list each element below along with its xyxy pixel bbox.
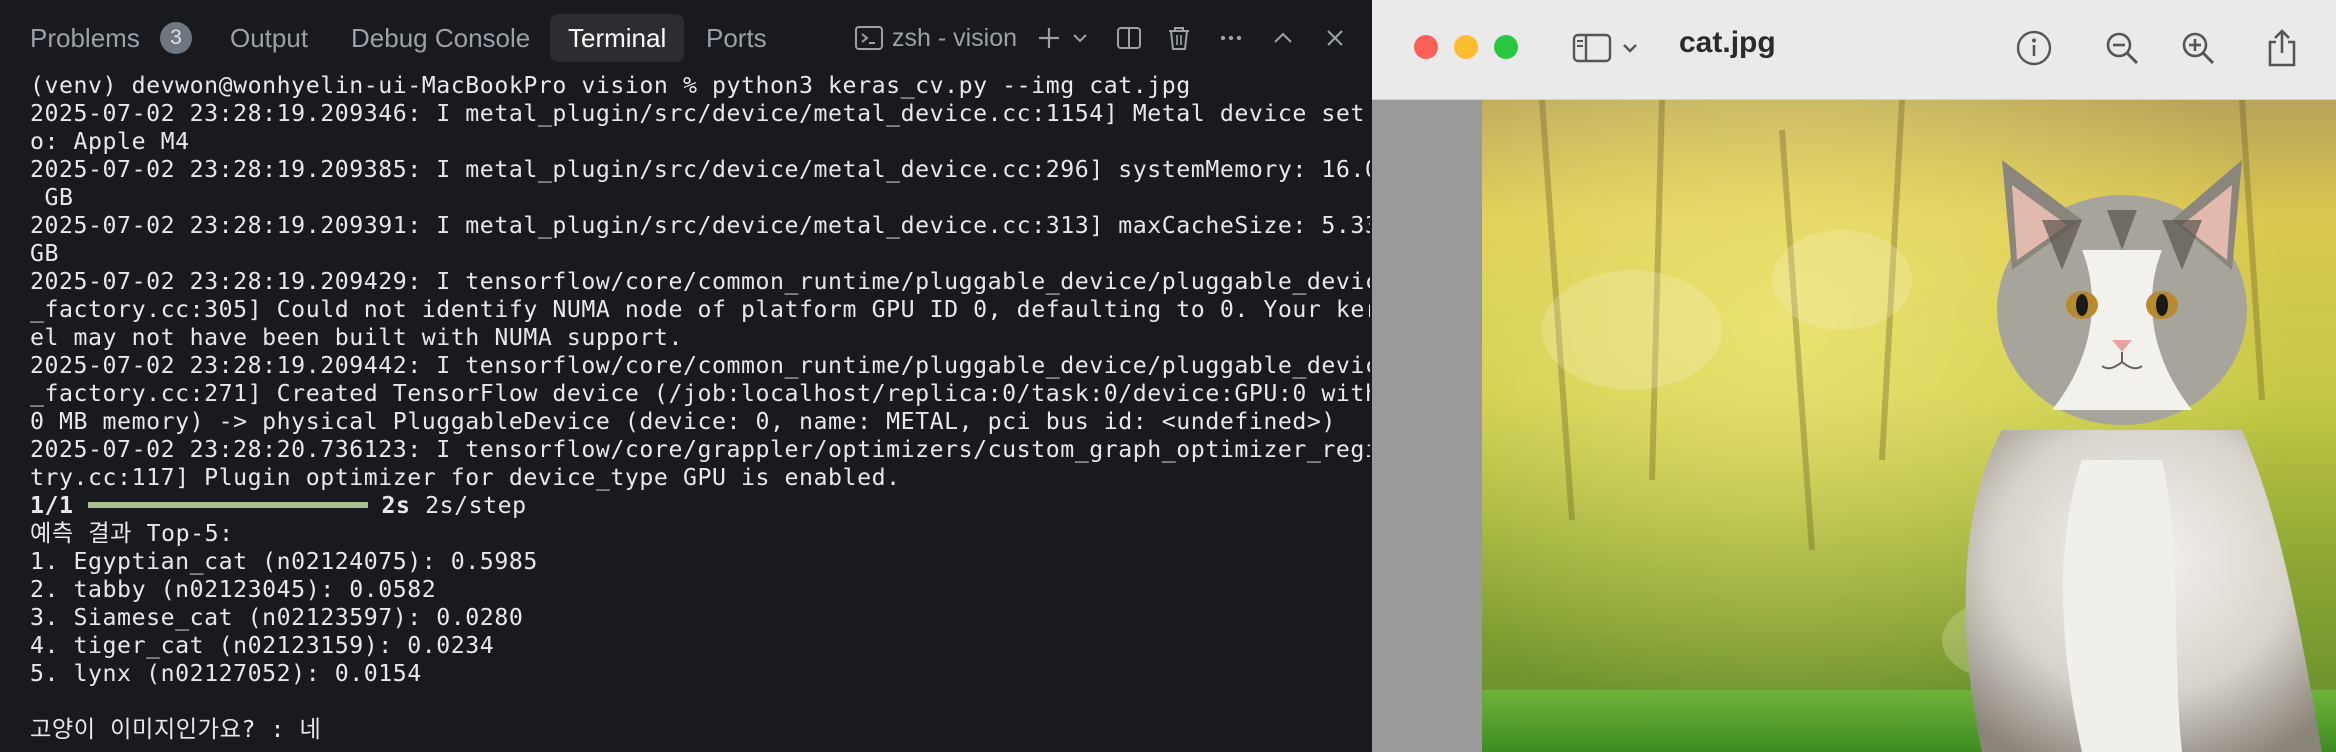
terminal-line: 2025-07-02 23:28:19.209385: I metal_plug… <box>30 156 1370 183</box>
result-line: 5. lynx (n02127052): 0.0154 <box>30 660 422 687</box>
terminal-shell-label[interactable]: zsh - vision <box>892 14 1017 62</box>
preview-titlebar: cat.jpg <box>1372 0 2336 100</box>
tab-ports[interactable]: Ports <box>706 14 767 62</box>
zoom-out-icon[interactable] <box>2102 28 2142 68</box>
terminal-line: 2025-07-02 23:28:19.209391: I metal_plug… <box>30 212 1370 239</box>
chevron-down-icon[interactable] <box>1618 28 1642 68</box>
terminal-line: GB <box>30 240 60 267</box>
preview-sidebar <box>1372 100 1482 752</box>
more-icon[interactable] <box>1214 20 1248 56</box>
info-icon[interactable] <box>2014 28 2054 68</box>
progress-time: 2s <box>381 492 411 519</box>
terminal-line: el may not have been built with NUMA sup… <box>30 324 683 351</box>
results-header: 예측 결과 Top-5: <box>30 520 234 547</box>
terminal-line: try.cc:117] Plugin optimizer for device_… <box>30 464 901 491</box>
vscode-panel: Problems 3 Output Debug Console Terminal… <box>0 0 1372 752</box>
minimize-window-button[interactable] <box>1454 35 1478 59</box>
zoom-in-icon[interactable] <box>2178 28 2218 68</box>
progress-rate: 2s/step <box>425 492 527 519</box>
result-line: 4. tiger_cat (n02123159): 0.0234 <box>30 632 495 659</box>
tab-problems[interactable]: Problems <box>30 14 140 62</box>
tab-debug-console[interactable]: Debug Console <box>351 14 530 62</box>
panel-tab-bar: Problems 3 Output Debug Console Terminal… <box>0 0 1372 76</box>
close-window-button[interactable] <box>1414 35 1438 59</box>
terminal-line: 2025-07-02 23:28:19.209442: I tensorflow… <box>30 352 1370 379</box>
problems-count-badge: 3 <box>160 22 192 54</box>
preview-window: cat.jpg <box>1372 0 2336 752</box>
terminal-line: _factory.cc:271] Created TensorFlow devi… <box>30 380 1370 407</box>
terminal-line: _factory.cc:305] Could not identify NUMA… <box>30 296 1370 323</box>
terminal-line: (venv) devwon@wonhyelin-ui-MacBookPro vi… <box>30 72 1191 99</box>
terminal-line: 2025-07-02 23:28:20.736123: I tensorflow… <box>30 436 1370 463</box>
terminal-icon[interactable] <box>852 20 886 56</box>
preview-title: cat.jpg <box>1679 26 1776 59</box>
terminal-line: 0 MB memory) -> physical PluggableDevice… <box>30 408 1336 435</box>
share-icon[interactable] <box>2262 28 2302 68</box>
tab-output[interactable]: Output <box>230 14 308 62</box>
result-line: 3. Siamese_cat (n02123597): 0.0280 <box>30 604 524 631</box>
split-icon[interactable] <box>1112 20 1146 56</box>
terminal-output[interactable]: (venv) devwon@wonhyelin-ui-MacBookPro vi… <box>30 72 1370 744</box>
terminal-line: GB <box>30 184 74 211</box>
zoom-window-button[interactable] <box>1494 35 1518 59</box>
trash-icon[interactable] <box>1162 20 1196 56</box>
chevron-up-icon[interactable] <box>1268 20 1298 56</box>
question-line: 고양이 이미지인가요? : 네 <box>30 716 322 743</box>
result-line: 2. tabby (n02123045): 0.0582 <box>30 576 437 603</box>
terminal-line: o: Apple M4 <box>30 128 190 155</box>
chevron-down-icon[interactable] <box>1068 20 1092 56</box>
result-line: 1. Egyptian_cat (n02124075): 0.5985 <box>30 548 538 575</box>
plus-icon[interactable] <box>1034 20 1064 56</box>
close-icon[interactable] <box>1320 20 1350 56</box>
progress-line: 1/1 2s 2s/step <box>30 492 1370 520</box>
progress-step: 1/1 <box>30 492 74 519</box>
terminal-line: 2025-07-02 23:28:19.209346: I metal_plug… <box>30 100 1370 127</box>
tab-terminal[interactable]: Terminal <box>550 14 685 62</box>
progress-bar <box>87 501 368 508</box>
sidebar-toggle-icon[interactable] <box>1572 28 1612 68</box>
terminal-line: 2025-07-02 23:28:19.209429: I tensorflow… <box>30 268 1370 295</box>
cat-photo <box>1482 100 2336 752</box>
